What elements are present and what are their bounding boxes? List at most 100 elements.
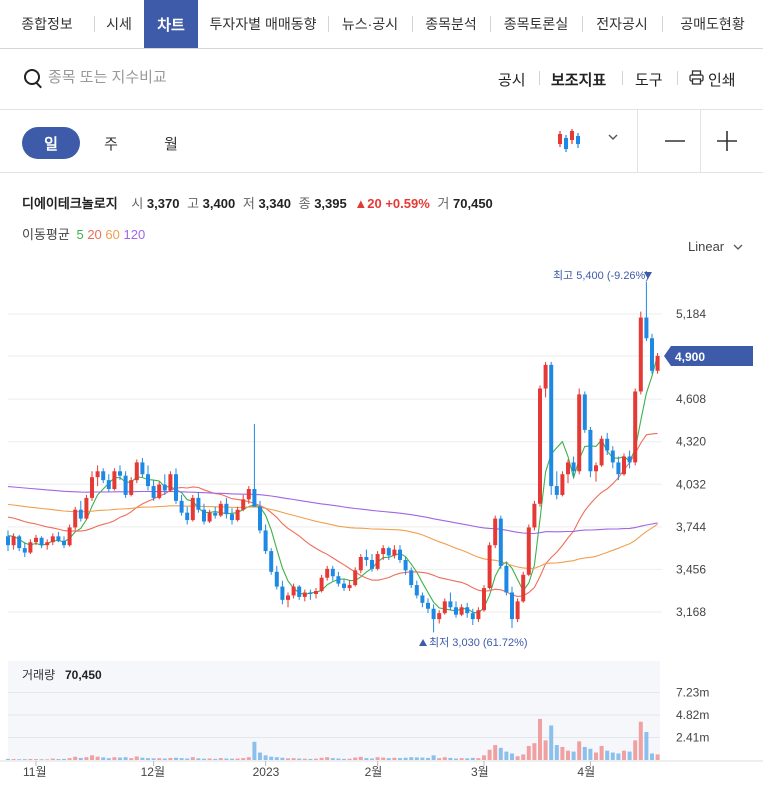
candle-body[interactable] — [465, 607, 470, 614]
printer-icon[interactable] — [689, 70, 704, 85]
volume-bar[interactable] — [543, 740, 548, 760]
candle-body[interactable] — [224, 503, 229, 515]
candle-body[interactable] — [594, 465, 598, 472]
volume-bar[interactable] — [302, 758, 307, 760]
candle-body[interactable] — [118, 471, 122, 476]
candle-body[interactable] — [532, 503, 537, 528]
candle-body[interactable] — [336, 576, 341, 584]
candle-body[interactable] — [269, 551, 274, 572]
volume-bar[interactable] — [560, 746, 565, 760]
volume-bar[interactable] — [398, 758, 402, 760]
candle-body[interactable] — [179, 500, 184, 513]
candle-body[interactable] — [622, 456, 626, 475]
candle-body[interactable] — [34, 537, 38, 543]
volume-bar[interactable] — [129, 758, 134, 760]
volume-bar[interactable] — [526, 745, 531, 760]
volume-bar[interactable] — [162, 758, 167, 760]
candle-body[interactable] — [190, 497, 195, 521]
candle-body[interactable] — [241, 499, 246, 510]
volume-bar[interactable] — [465, 758, 470, 760]
volume-bar[interactable] — [409, 757, 414, 760]
volume-bar[interactable] — [90, 755, 94, 760]
volume-bar[interactable] — [185, 758, 190, 760]
candle-body[interactable] — [196, 497, 201, 510]
volume-bar[interactable] — [22, 759, 27, 760]
volume-bar[interactable] — [482, 755, 486, 760]
candle-body[interactable] — [90, 477, 94, 498]
candle-body[interactable] — [274, 571, 279, 587]
tab-investor-trading[interactable]: 투자자별 매매동향 — [198, 0, 328, 48]
volume-bar[interactable] — [286, 758, 290, 760]
candle-body[interactable] — [28, 542, 33, 553]
candle-body[interactable] — [610, 450, 615, 463]
candle-body[interactable] — [381, 548, 386, 555]
volume-bar[interactable] — [246, 757, 251, 760]
candle-body[interactable] — [370, 559, 374, 569]
candle-body[interactable] — [493, 518, 498, 546]
candle-body[interactable] — [560, 474, 565, 495]
volume-bar[interactable] — [196, 758, 201, 760]
candle-body[interactable] — [286, 595, 290, 600]
candle-body[interactable] — [386, 548, 391, 556]
volume-bar[interactable] — [45, 759, 50, 760]
volume-bar[interactable] — [414, 757, 419, 760]
volume-bar[interactable] — [73, 756, 78, 760]
volume-bar[interactable] — [280, 757, 285, 760]
candle-body[interactable] — [280, 586, 285, 600]
volume-bar[interactable] — [11, 759, 16, 760]
volume-bar[interactable] — [207, 758, 212, 760]
volume-bar[interactable] — [594, 752, 598, 760]
tab-news-disclosure[interactable]: 뉴스·공시 — [328, 0, 412, 48]
volume-bar[interactable] — [493, 745, 498, 760]
candle-body[interactable] — [515, 601, 520, 620]
volume-bar[interactable] — [549, 725, 554, 760]
volume-bar[interactable] — [426, 757, 430, 760]
volume-bar[interactable] — [308, 758, 313, 760]
candle-body[interactable] — [358, 557, 363, 571]
volume-bar[interactable] — [650, 753, 654, 760]
volume-bar[interactable] — [235, 758, 240, 760]
volume-bar[interactable] — [605, 750, 610, 760]
volume-bar[interactable] — [627, 751, 632, 760]
candle-body[interactable] — [543, 364, 548, 389]
zoom-in-icon[interactable] — [716, 130, 738, 152]
candle-body[interactable] — [638, 317, 643, 392]
candle-body[interactable] — [157, 484, 162, 498]
candle-body[interactable] — [291, 586, 296, 596]
candle-body[interactable] — [605, 438, 610, 451]
tab-electronic-disclosure[interactable]: 전자공시 — [582, 0, 662, 48]
candle-body[interactable] — [263, 530, 268, 552]
candle-body[interactable] — [364, 557, 369, 560]
candle-body[interactable] — [571, 462, 576, 472]
candle-body[interactable] — [655, 355, 660, 371]
volume-bar[interactable] — [241, 758, 246, 760]
tab-chart[interactable]: 차트 — [144, 0, 198, 48]
volume-bar[interactable] — [521, 754, 526, 760]
volume-bar[interactable] — [146, 758, 150, 760]
candle-body[interactable] — [67, 527, 72, 546]
volume-bar[interactable] — [571, 751, 576, 760]
volume-bar[interactable] — [420, 757, 425, 760]
candle-body[interactable] — [414, 585, 419, 596]
volume-bar[interactable] — [151, 758, 156, 760]
candle-body[interactable] — [431, 608, 436, 620]
volume-bar[interactable] — [616, 753, 621, 760]
candle-body[interactable] — [297, 586, 302, 597]
volume-bar[interactable] — [78, 757, 83, 760]
volume-bar[interactable] — [213, 758, 218, 760]
candle-body[interactable] — [202, 509, 206, 522]
candlestick-type-icon[interactable] — [556, 126, 584, 154]
candle-body[interactable] — [252, 489, 257, 507]
period-month-button[interactable]: 월 — [142, 127, 200, 159]
candle-body[interactable] — [498, 518, 503, 566]
volume-bar[interactable] — [134, 756, 139, 760]
candle-body[interactable] — [319, 577, 324, 592]
candle-body[interactable] — [627, 456, 632, 463]
candle-body[interactable] — [375, 554, 380, 569]
candle-body[interactable] — [134, 462, 139, 481]
candle-body[interactable] — [482, 588, 486, 611]
volume-bar[interactable] — [314, 758, 318, 760]
candle-body[interactable] — [230, 514, 234, 521]
volume-bar[interactable] — [112, 757, 117, 760]
candle-body[interactable] — [426, 602, 430, 609]
